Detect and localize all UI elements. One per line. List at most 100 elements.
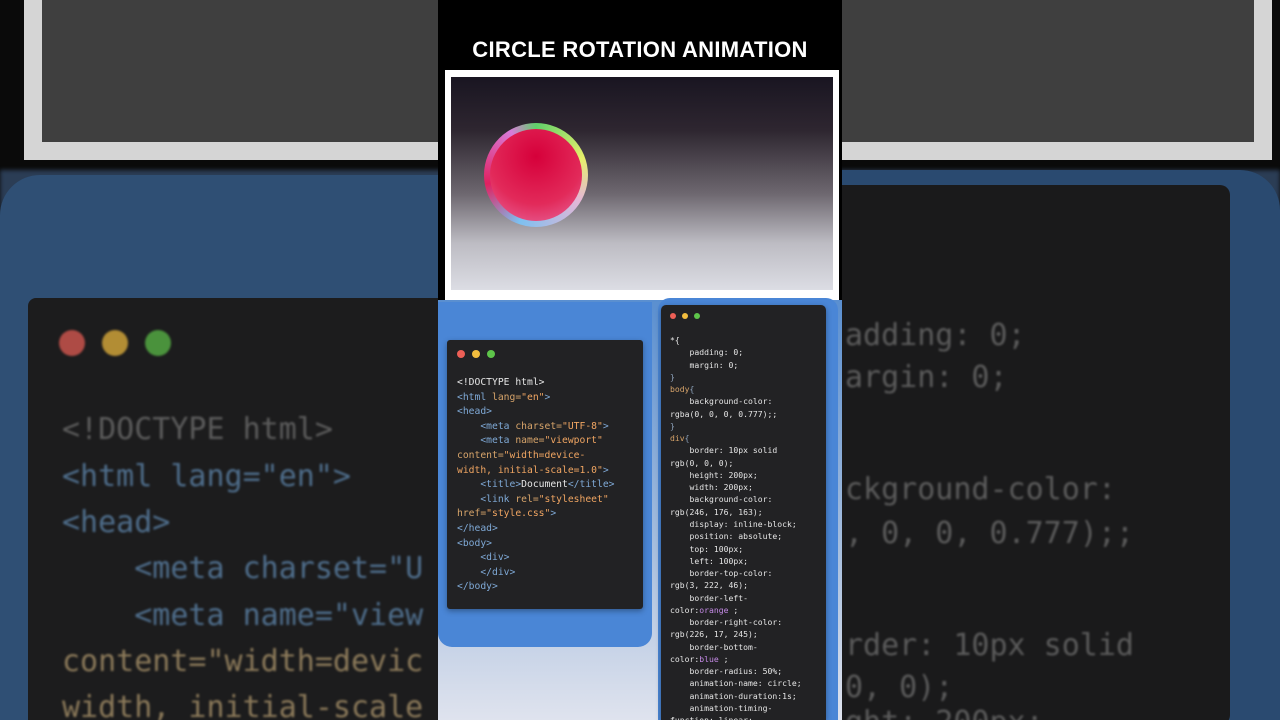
code-token: animation-timing- — [670, 702, 773, 713]
code-line: width: 200px; — [670, 481, 802, 493]
code-token: <!DOCTYPE html> — [457, 377, 545, 388]
code-token: <title> — [480, 479, 522, 491]
code-line: href="style.css"> — [457, 507, 615, 522]
code-line: rgb(0, 0, 0); — [670, 457, 802, 469]
code-line: display: inline-block; — [670, 518, 802, 530]
background-code-line: ght: 200px; — [845, 705, 1044, 720]
code-line: position: absolute; — [670, 530, 802, 542]
code-token: > — [550, 508, 557, 520]
background-code-line: , 0, 0, 0.777);; — [845, 516, 1134, 551]
background-minimize-dot-icon — [102, 330, 128, 356]
minimize-dot-icon — [472, 350, 480, 358]
code-line: <head> — [457, 405, 615, 420]
code-line: <html lang="en"> — [457, 391, 615, 406]
html-code-block: <!DOCTYPE html> <html lang="en"> <head> <m… — [457, 376, 615, 595]
code-token: background-color: — [670, 396, 773, 407]
code-token: width: 200px; — [670, 482, 753, 493]
code-token: div — [670, 433, 685, 444]
code-token: border-right-color: — [670, 617, 783, 628]
code-token: </head> — [457, 522, 498, 534]
code-token: Document — [521, 479, 568, 491]
code-token: *{ — [670, 335, 680, 345]
code-token: "style.css" — [486, 508, 551, 520]
code-line: div{ — [670, 432, 802, 444]
code-line: height: 200px; — [670, 469, 802, 481]
code-token: "stylesheet" — [538, 493, 609, 505]
code-token: rgb(0, 0, 0); — [670, 457, 734, 468]
code-token: border-left- — [670, 592, 748, 603]
code-line: border-right-color: — [670, 616, 802, 628]
code-token: rgb(3, 222, 46); — [670, 580, 748, 591]
code-token: blue — [699, 653, 719, 664]
code-line: <meta charset="UTF-8"> — [457, 420, 615, 435]
code-line: border: 10px solid — [670, 444, 802, 456]
maximize-dot-icon — [487, 350, 495, 358]
code-line: margin: 0; — [670, 359, 802, 371]
code-token: charset= — [515, 420, 563, 432]
background-code-line: <meta name="view — [62, 598, 424, 633]
code-token: <head> — [457, 406, 492, 418]
code-token: > — [602, 420, 609, 432]
code-line: body{ — [670, 383, 802, 395]
code-token: rgba(0, 0, 0, 0.777);; — [670, 408, 778, 419]
code-line: </div> — [457, 566, 615, 581]
code-token: <meta — [480, 435, 516, 447]
background-code-line: <meta charset="U — [62, 551, 424, 586]
code-token: orange — [699, 604, 729, 615]
code-line: <link rel="stylesheet" — [457, 493, 615, 508]
code-line: left: 100px; — [670, 555, 802, 567]
code-line: rgba(0, 0, 0, 0.777);; — [670, 408, 802, 420]
code-token: <div> — [480, 552, 510, 564]
background-code-line: content="width=devic — [62, 644, 424, 679]
code-token: </body> — [457, 581, 498, 593]
code-line: border-top-color: — [670, 567, 802, 579]
code-token: rel= — [515, 493, 539, 505]
code-token: display: inline-block; — [670, 518, 797, 529]
code-token: lang= — [492, 391, 522, 403]
code-token: "width=device- — [503, 449, 586, 461]
code-token: </title> — [567, 479, 615, 491]
code-token: "en" — [521, 391, 545, 403]
close-dot-icon — [670, 313, 676, 319]
code-line: color:blue ; — [670, 653, 802, 665]
background-code-line: argin: 0; — [845, 360, 1008, 395]
code-token: } — [670, 420, 675, 431]
code-line: rgb(246, 176, 163); — [670, 506, 802, 518]
code-line: background-color: — [670, 395, 802, 407]
code-token: top: 100px; — [670, 543, 744, 554]
code-line: background-color: — [670, 493, 802, 505]
code-token: background-color: — [670, 494, 773, 505]
code-token: animation-name: circle; — [670, 678, 802, 689]
background-code-line: width, initial-scale — [62, 690, 424, 720]
rotating-circle — [484, 123, 588, 227]
animation-preview — [445, 70, 839, 300]
code-line: animation-name: circle; — [670, 677, 802, 689]
code-line: width, initial-scale=1.0"> — [457, 464, 615, 479]
window-controls — [457, 350, 495, 358]
background-code-line: <head> — [62, 505, 171, 540]
code-token: ; — [718, 653, 729, 664]
code-token: position: absolute; — [670, 531, 783, 542]
code-token: color: — [670, 604, 700, 615]
css-code-window: *{ padding: 0; margin: 0;} body{ backgrou… — [661, 305, 826, 720]
code-token: border-radius: 50%; — [670, 666, 783, 677]
background-code-line: rder: 10px solid — [845, 628, 1134, 663]
code-token: href= — [457, 508, 487, 520]
code-token: <meta — [480, 420, 516, 432]
css-code-block: *{ padding: 0; margin: 0;} body{ backgrou… — [670, 334, 802, 720]
code-token: "viewport" — [544, 435, 603, 447]
code-line: function: linear; — [670, 714, 802, 720]
code-line: <!DOCTYPE html> — [457, 376, 615, 391]
html-code-window: <!DOCTYPE html> <html lang="en"> <head> <m… — [447, 340, 643, 609]
code-token: <body> — [457, 537, 492, 549]
code-token: </div> — [480, 566, 516, 578]
code-token: height: 200px; — [670, 469, 758, 480]
code-line: border-bottom- — [670, 641, 802, 653]
code-line: } — [670, 420, 802, 432]
